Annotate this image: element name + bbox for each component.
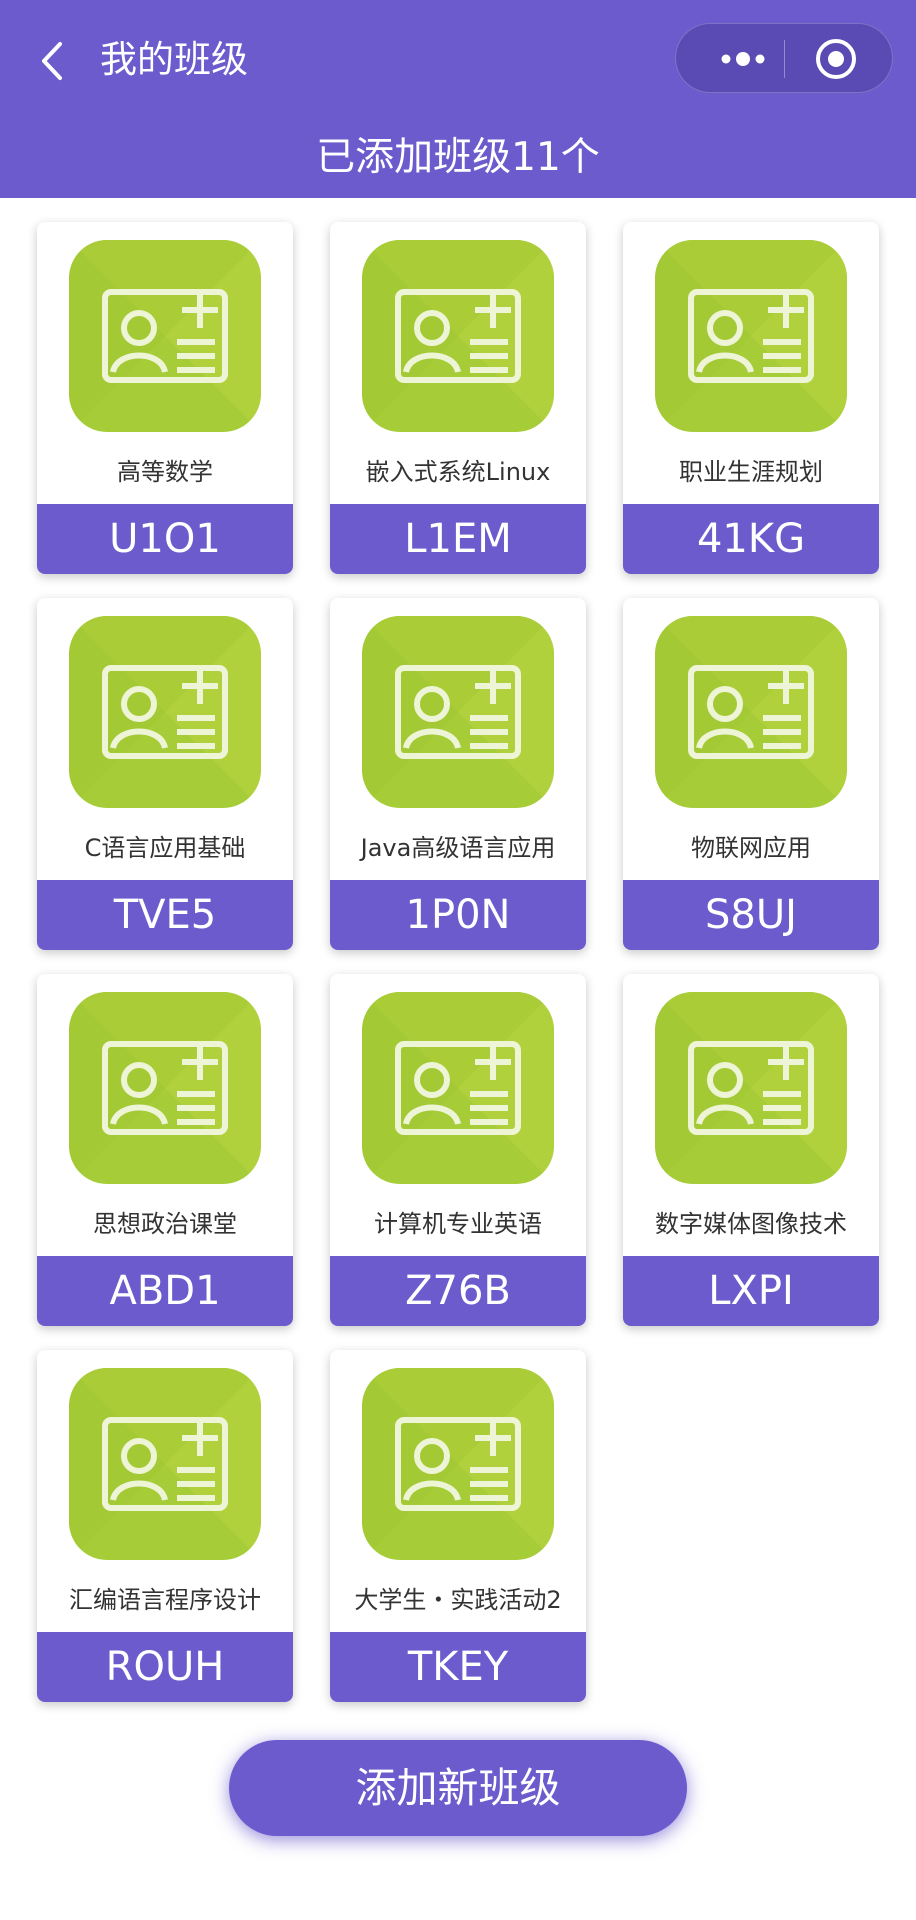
id-card-add-icon — [362, 992, 554, 1184]
chevron-left-icon[interactable] — [34, 38, 70, 84]
class-code: LXPI — [623, 1256, 879, 1326]
id-card-add-icon — [655, 616, 847, 808]
id-card-add-icon — [655, 240, 847, 432]
id-card-add-icon — [69, 240, 261, 432]
class-card[interactable]: 思想政治课堂 ABD1 — [37, 974, 293, 1326]
ellipsis-icon[interactable] — [704, 39, 782, 79]
id-card-add-icon — [655, 992, 847, 1184]
class-code: Z76B — [330, 1256, 586, 1326]
class-card[interactable]: 物联网应用 S8UJ — [623, 598, 879, 950]
id-card-add-icon — [362, 616, 554, 808]
id-card-add-icon — [362, 240, 554, 432]
class-card[interactable]: 嵌入式系统Linux L1EM — [330, 222, 586, 574]
add-class-button[interactable]: 添加新班级 — [229, 1740, 687, 1836]
class-code: L1EM — [330, 504, 586, 574]
class-card[interactable]: C语言应用基础 TVE5 — [37, 598, 293, 950]
class-code: ABD1 — [37, 1256, 293, 1326]
id-card-add-icon — [69, 992, 261, 1184]
class-name: 嵌入式系统Linux — [365, 458, 551, 486]
id-card-add-icon — [69, 616, 261, 808]
class-code: TKEY — [330, 1632, 586, 1702]
class-code: TVE5 — [37, 880, 293, 950]
capsule-divider — [784, 40, 785, 78]
class-card[interactable]: 计算机专业英语 Z76B — [330, 974, 586, 1326]
class-name: 大学生・实践活动2 — [354, 1586, 562, 1614]
id-card-add-icon — [69, 1368, 261, 1560]
class-card[interactable]: Java高级语言应用 1P0N — [330, 598, 586, 950]
class-code: 41KG — [623, 504, 879, 574]
class-card[interactable]: 大学生・实践活动2 TKEY — [330, 1350, 586, 1702]
class-card[interactable]: 高等数学 U1O1 — [37, 222, 293, 574]
page-title: 我的班级 — [100, 38, 248, 81]
class-name: C语言应用基础 — [84, 834, 246, 862]
class-code: 1P0N — [330, 880, 586, 950]
id-card-add-icon — [362, 1368, 554, 1560]
class-name: 思想政治课堂 — [93, 1210, 237, 1238]
mini-program-capsule — [675, 23, 893, 93]
class-count-summary: 已添加班级11个 — [316, 135, 600, 180]
target-circle-icon[interactable] — [814, 37, 858, 81]
class-name: 汇编语言程序设计 — [69, 1586, 261, 1614]
class-code: U1O1 — [37, 504, 293, 574]
class-card[interactable]: 职业生涯规划 41KG — [623, 222, 879, 574]
class-code: S8UJ — [623, 880, 879, 950]
class-name: 职业生涯规划 — [679, 458, 823, 486]
class-name: 物联网应用 — [691, 834, 811, 862]
class-name: 计算机专业英语 — [374, 1210, 542, 1238]
class-name: 高等数学 — [117, 458, 213, 486]
class-card[interactable]: 汇编语言程序设计 ROUH — [37, 1350, 293, 1702]
header-bar: 我的班级 已添加班级11个 — [0, 0, 916, 198]
class-name: Java高级语言应用 — [360, 834, 556, 862]
class-name: 数字媒体图像技术 — [655, 1210, 847, 1238]
class-card[interactable]: 数字媒体图像技术 LXPI — [623, 974, 879, 1326]
class-code: ROUH — [37, 1632, 293, 1702]
